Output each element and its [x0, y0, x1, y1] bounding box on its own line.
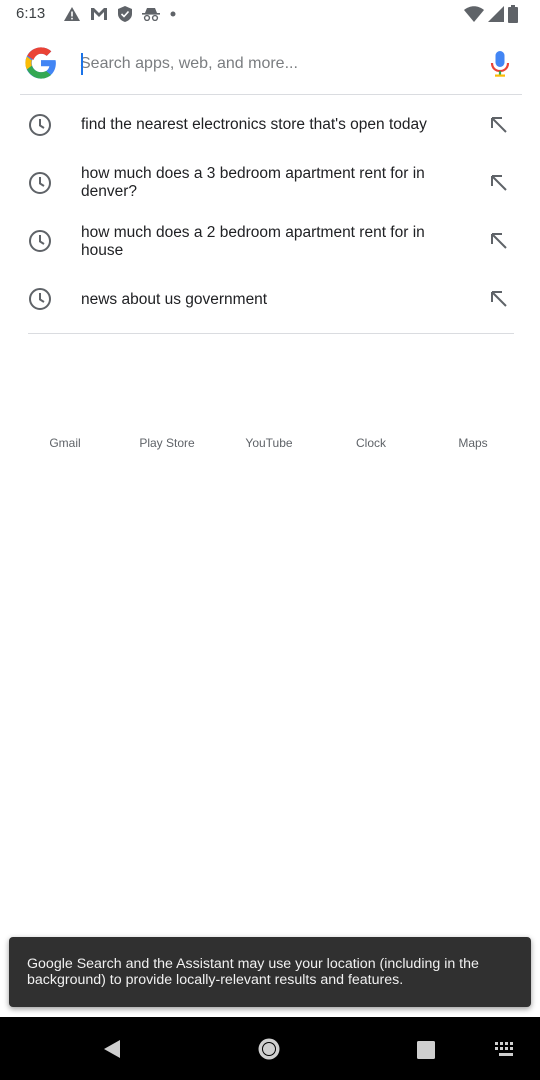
google-g-logo	[25, 47, 56, 79]
gmail-icon	[91, 8, 107, 20]
suggestion-item[interactable]: how much does a 3 bedroom apartment rent…	[0, 154, 540, 212]
app-youtube[interactable]: YouTube	[224, 436, 314, 450]
status-bar: 6:13	[0, 0, 540, 28]
keyboard-icon[interactable]	[495, 1042, 517, 1058]
search-bar	[0, 36, 540, 94]
shield-icon	[118, 6, 132, 22]
wifi-icon	[464, 6, 484, 22]
dot-icon	[170, 11, 176, 17]
history-clock-icon	[29, 114, 51, 136]
arrow-up-left-icon[interactable]	[488, 288, 510, 310]
back-icon[interactable]	[100, 1037, 124, 1061]
mic-icon[interactable]	[489, 50, 511, 78]
history-clock-icon	[29, 230, 51, 252]
battery-icon	[508, 5, 518, 23]
suggestion-text: how much does a 2 bedroom apartment rent…	[81, 224, 425, 259]
app-clock[interactable]: Clock	[326, 436, 416, 450]
suggestion-text: how much does a 3 bedroom apartment rent…	[81, 165, 425, 200]
app-gmail[interactable]: Gmail	[20, 436, 110, 450]
app-maps[interactable]: Maps	[428, 436, 518, 450]
signal-icon	[488, 6, 504, 22]
status-time: 6:13	[16, 5, 46, 22]
suggestions-divider	[28, 333, 514, 334]
incognito-icon	[142, 8, 160, 21]
warning-icon	[64, 7, 80, 21]
navigation-bar	[0, 1017, 540, 1080]
arrow-up-left-icon[interactable]	[488, 230, 510, 252]
text-cursor	[81, 53, 83, 75]
search-divider	[20, 94, 522, 95]
suggestion-item[interactable]: how much does a 2 bedroom apartment rent…	[0, 212, 540, 270]
suggestion-text: news about us government	[81, 291, 268, 308]
arrow-up-left-icon[interactable]	[488, 172, 510, 194]
toast-message: Google Search and the Assistant may use …	[27, 956, 479, 988]
system-icons	[464, 4, 518, 24]
suggestion-text: find the nearest electronics store that'…	[81, 116, 427, 133]
notification-icons	[64, 4, 176, 24]
app-shortcuts: Gmail Play Store YouTube Clock Maps	[0, 436, 540, 456]
suggestion-item[interactable]: news about us government	[0, 270, 540, 328]
recents-icon[interactable]	[416, 1040, 436, 1060]
home-icon[interactable]	[257, 1037, 281, 1061]
app-play-store[interactable]: Play Store	[122, 436, 212, 450]
suggestion-item[interactable]: find the nearest electronics store that'…	[0, 96, 540, 154]
history-clock-icon	[29, 172, 51, 194]
location-toast: Google Search and the Assistant may use …	[9, 937, 531, 1007]
arrow-up-left-icon[interactable]	[488, 114, 510, 136]
history-clock-icon	[29, 288, 51, 310]
search-input[interactable]	[80, 50, 460, 78]
